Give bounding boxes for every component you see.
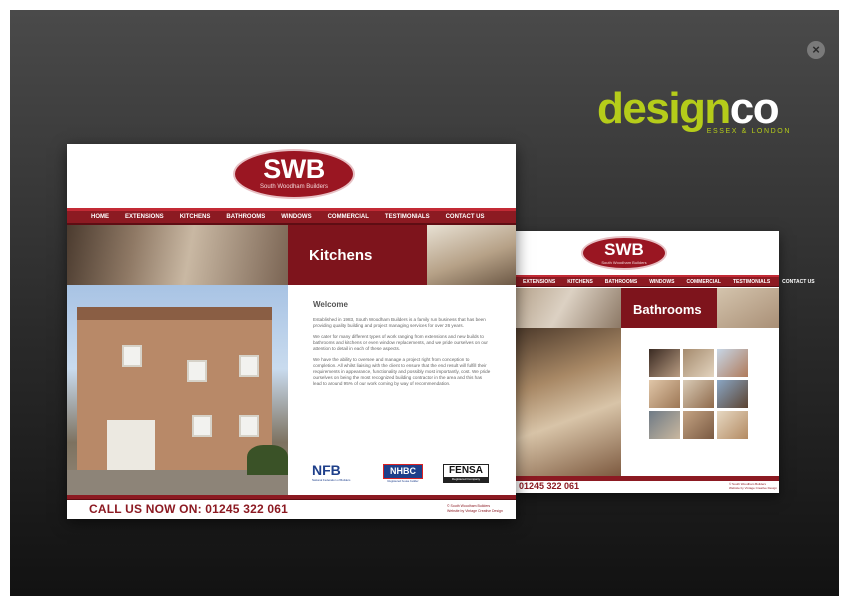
banner-photo-bathroom (717, 288, 779, 328)
nav-item-bathrooms[interactable]: BATHROOMS (218, 211, 273, 223)
gallery-thumbnails (649, 349, 753, 439)
swb-logo-back: SWB South Woodham Builders (581, 236, 667, 270)
footer-strip (67, 495, 516, 500)
house-photo (67, 285, 288, 495)
nav-item-commercial[interactable]: COMMERCIAL (320, 211, 377, 223)
gallery-thumbnail[interactable] (683, 411, 714, 439)
brand-word-part2: co (729, 84, 780, 133)
house-hedge (247, 445, 288, 475)
gallery-thumbnail[interactable] (649, 411, 680, 439)
nav-item-extensions[interactable]: EXTENSIONS (117, 211, 172, 223)
swb-logo-initials: SWB (263, 154, 325, 184)
gallery-thumbnail[interactable] (683, 380, 714, 408)
main-photo-bathroom (515, 328, 621, 476)
house-window (122, 345, 142, 367)
fensa-logo: FENSA Registered Company (443, 464, 489, 483)
nav-bar-back: EXTENSIONS KITCHENS BATHROOMS WINDOWS CO… (515, 275, 815, 287)
swb-logo-initials: SWB (604, 240, 644, 259)
nav-item-testimonials[interactable]: TESTIMONIALS (727, 277, 776, 286)
nav-item-windows[interactable]: WINDOWS (643, 277, 680, 286)
call-number: 01245 322 061 (519, 481, 580, 491)
footer-credits: © South Woodham Builders Website by Vint… (729, 482, 777, 490)
nfb-mark: NFB (312, 462, 341, 478)
gallery-thumbnail[interactable] (717, 349, 748, 377)
welcome-paragraph: We cater for many different types of wor… (313, 334, 488, 351)
gallery-thumbnail[interactable] (717, 411, 748, 439)
designco-logo: designco ESSEX & LONDON (597, 87, 797, 136)
fensa-caption: Registered Company (444, 477, 488, 482)
gallery-thumbnail[interactable] (649, 380, 680, 408)
fensa-mark: FENSA (449, 465, 483, 476)
footer-designer[interactable]: Website by Vintage Creative Design (447, 509, 503, 514)
house-garage-door (107, 420, 155, 470)
footer-credits: © South Woodham Builders Website by Vint… (447, 504, 503, 514)
swb-logo-front: SWB South Woodham Builders (233, 149, 355, 199)
house-window (187, 360, 207, 382)
nav-item-testimonials[interactable]: TESTIMONIALS (377, 211, 438, 223)
banner-photo-flowers (515, 288, 621, 328)
house-window (239, 355, 259, 377)
nfb-logo: NFB National Federation of Builders (312, 462, 362, 482)
nav-item-contact-us[interactable]: CONTACT US (438, 211, 493, 223)
banner-photo-kitchen (427, 225, 516, 285)
close-icon[interactable]: × (807, 41, 825, 59)
nav-item-home[interactable]: HOME (83, 211, 117, 223)
gallery-thumbnail[interactable] (717, 380, 748, 408)
swb-logo-name: South Woodham Builders (260, 184, 328, 190)
nhbc-logo: NHBC Registered house builder (383, 464, 423, 483)
nav-item-contact-us[interactable]: CONTACT US (776, 277, 820, 286)
house-window (239, 415, 259, 437)
call-banner: CALL US NOW ON: 01245 322 061 (89, 502, 288, 516)
welcome-paragraph: We have the ability to oversee and manag… (313, 357, 491, 386)
welcome-paragraph: Established in 1983, South Woodham Build… (313, 317, 486, 328)
page-title: Kitchens (309, 247, 373, 264)
brand-word-part1: design (597, 84, 731, 133)
nav-bar-front: HOME EXTENSIONS KITCHENS BATHROOMS WINDO… (67, 208, 516, 225)
nav-item-kitchens[interactable]: KITCHENS (172, 211, 219, 223)
nav-item-commercial[interactable]: COMMERCIAL (680, 277, 726, 286)
nhbc-mark: NHBC (383, 464, 423, 479)
page-title: Bathrooms (633, 302, 702, 317)
banner-photo-oven (67, 225, 288, 285)
website-preview-bathrooms: SWB South Woodham Builders EXTENSIONS KI… (515, 231, 815, 493)
gallery-thumbnail[interactable] (683, 349, 714, 377)
welcome-content: Welcome Established in 1983, South Woodh… (313, 300, 491, 392)
nav-item-extensions[interactable]: EXTENSIONS (517, 277, 561, 286)
nfb-caption: National Federation of Builders (312, 478, 351, 482)
website-preview-kitchens: SWB South Woodham Builders HOME EXTENSIO… (67, 144, 516, 519)
welcome-heading: Welcome (313, 300, 348, 309)
swb-logo-name: South Woodham Builders (601, 260, 647, 265)
nav-item-windows[interactable]: WINDOWS (273, 211, 319, 223)
nav-item-kitchens[interactable]: KITCHENS (561, 277, 599, 286)
gallery-thumbnail[interactable] (649, 349, 680, 377)
nhbc-caption: Registered house builder (387, 479, 419, 483)
accreditation-logos: NFB National Federation of Builders NHBC… (312, 462, 492, 486)
nav-item-bathrooms[interactable]: BATHROOMS (599, 277, 643, 286)
house-window (192, 415, 212, 437)
footer-designer[interactable]: Website by Vintage Creative Design (729, 486, 777, 490)
